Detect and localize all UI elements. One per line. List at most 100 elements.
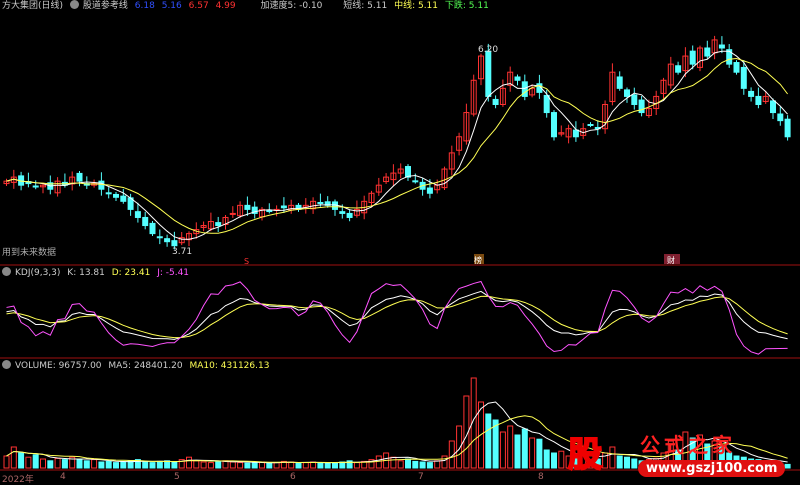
candle-body [120,195,127,202]
candle-body [32,185,39,188]
volume-bar [412,460,419,469]
volume-bar [426,462,433,469]
candle-body [624,89,630,97]
volume-bar [83,460,90,469]
volume-bar [390,456,397,469]
volume-bar [302,462,309,469]
candle-body [266,210,273,213]
candle-body [492,98,499,105]
volume-bar [273,462,280,469]
candle-body [134,211,141,218]
candle-body [317,201,324,204]
logo-name: 公式之家 [640,433,736,457]
kdj-group [6,280,788,355]
candle-body [280,205,287,209]
volume-bar [485,413,492,469]
xaxis-label: 6 [290,472,296,482]
marker-cai: 财 [667,255,675,265]
volume-bar [10,446,17,469]
candle-body [543,94,550,114]
volume-bar [251,462,258,469]
xaxis-label: 2022年 [2,475,34,485]
volume-bar [514,434,521,469]
candle-body [412,180,419,183]
candle-body [718,44,725,49]
volume-bar [529,437,536,469]
low-price-label: 3.71 [172,247,192,257]
candle-body [244,204,251,210]
volume-bar [551,452,557,469]
volume-bar [3,455,10,469]
volume-bar [120,461,127,469]
candle-body [98,180,105,190]
candles-group [3,35,791,250]
candle-body [777,113,784,122]
logo-char: 股 [567,434,603,476]
volume-bar [193,460,200,469]
volume-bar [47,460,54,469]
volume-bar [142,461,149,469]
candle-body [229,212,236,215]
candle-body [426,187,433,194]
kdj-d-line [6,295,788,339]
volume-bar [405,458,411,469]
volume-bar [156,460,163,469]
volume-bar [397,460,404,469]
marker-bang: 榜 [474,255,482,265]
volume-bar [186,456,192,469]
volume-bar [499,431,506,469]
candle-body [551,112,557,138]
volume-bar [434,460,441,469]
volume-bar [113,462,119,469]
volume-bar [543,449,550,469]
candle-body [733,62,740,73]
volume-bar [332,462,338,469]
volume-bar [25,456,32,469]
candle-body [149,222,156,235]
volume-bar [91,459,98,469]
volume-bar [288,461,295,469]
volume-bar [171,461,178,469]
volume-bar [215,460,222,469]
volume-bar [76,458,83,469]
volume-bar [419,461,426,469]
candle-body [748,90,755,97]
volume-bar [32,454,39,469]
logo-url: www.gszj100.com [638,460,786,477]
candle-body [704,47,711,57]
candle-body [485,50,492,97]
volume-bar [441,455,448,469]
volume-bar [61,459,68,469]
candle-body [105,192,112,195]
candle-body [770,100,776,114]
marker-s: S [244,257,249,266]
volume-bar [237,462,244,469]
volume-bar [207,462,214,469]
candle-body [740,66,747,89]
xaxis-label: 5 [174,472,180,482]
candle-body [631,94,638,105]
volume-bar [40,458,46,469]
candle-body [514,76,521,81]
volume-bar [521,428,528,469]
candle-body [784,118,791,138]
volume-bar [375,455,382,469]
volume-bar [507,425,514,469]
xaxis-label: 4 [60,472,66,482]
volume-bar [324,462,331,469]
volume-bar [54,457,61,469]
candle-body [339,211,346,214]
volume-bar [266,462,273,469]
volume-bar [295,462,302,469]
candle-body [638,99,645,114]
kdj-j-line [6,280,788,355]
stock-chart[interactable]: 6.20 3.71 S 榜 财 [0,0,800,485]
candle-body [215,222,222,227]
candle-body [164,238,171,243]
volume-bar [200,461,207,469]
volume-bar [229,461,236,469]
high-price-label: 6.20 [478,45,498,55]
candle-body [142,216,149,227]
volume-bar [98,461,105,469]
volume-bar [244,462,251,469]
